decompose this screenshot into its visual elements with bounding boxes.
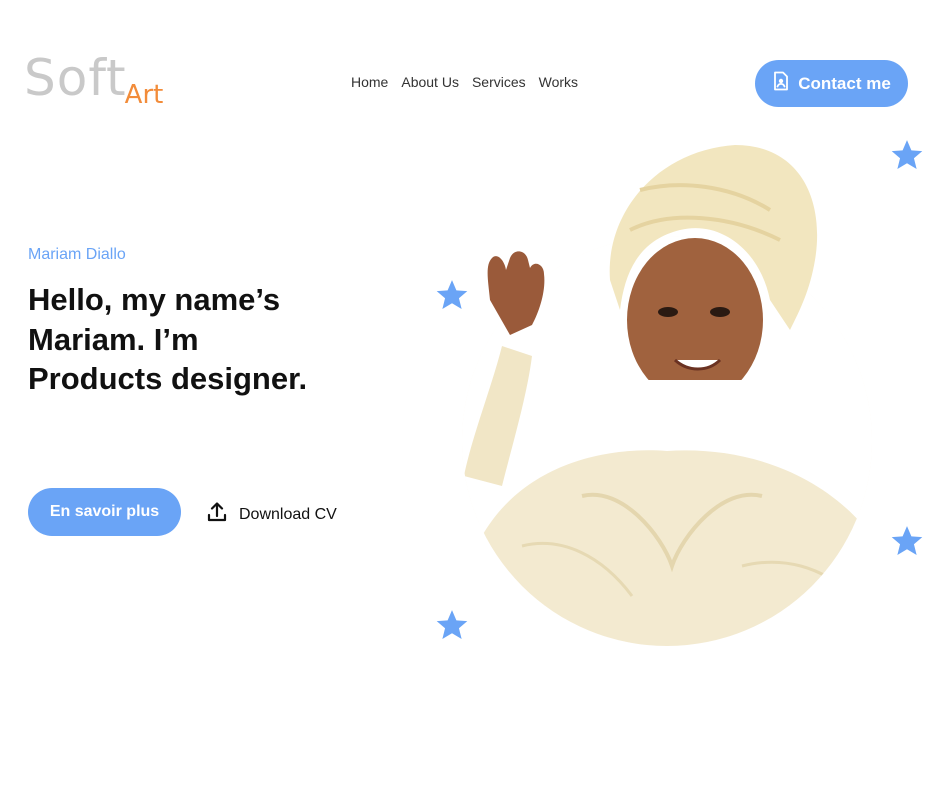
hero-headline: Hello, my name’s Mariam. I’m Products de… — [28, 282, 308, 396]
star-icon — [891, 526, 923, 556]
landing-page: Soft Art Home About Us Services Works Co… — [0, 0, 940, 788]
star-icon — [891, 140, 923, 170]
contact-card-icon — [772, 71, 790, 96]
download-cv-link[interactable]: Download CV — [206, 501, 337, 528]
download-cv-label: Download CV — [239, 505, 337, 523]
nav-works[interactable]: Works — [539, 74, 578, 90]
contact-me-label: Contact me — [798, 73, 891, 93]
main-nav: Home About Us Services Works — [351, 74, 578, 90]
logo-soft-text: Soft — [24, 49, 127, 107]
nav-home[interactable]: Home — [351, 74, 388, 90]
star-icon — [436, 280, 468, 310]
learn-more-button[interactable]: En savoir plus — [28, 488, 181, 536]
nav-about-us[interactable]: About Us — [401, 74, 459, 90]
contact-me-button[interactable]: Contact me — [755, 60, 908, 107]
logo-art-text: Art — [124, 80, 164, 110]
portrait-figure — [470, 140, 870, 402]
logo[interactable]: Soft Art — [24, 49, 163, 110]
upload-icon — [206, 501, 228, 528]
star-icon — [436, 610, 468, 640]
nav-services[interactable]: Services — [472, 74, 526, 90]
author-name: Mariam Diallo — [28, 246, 126, 263]
